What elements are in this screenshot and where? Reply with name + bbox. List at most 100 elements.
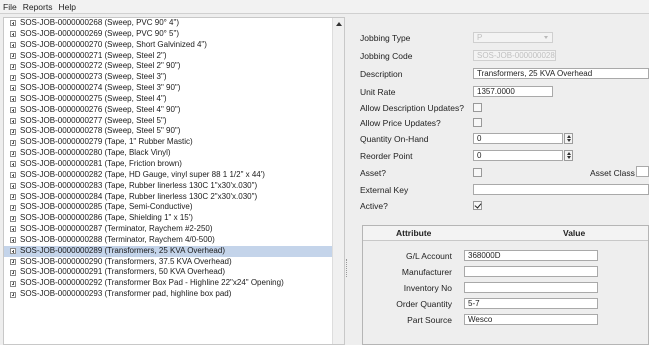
jobbing-type-label: Jobbing Type bbox=[360, 33, 411, 43]
expand-plus-icon[interactable] bbox=[10, 31, 16, 38]
tree-item-label: SOS-JOB-0000000277 (Sweep, Steel 5") bbox=[20, 115, 167, 125]
expand-plus-icon[interactable] bbox=[10, 118, 16, 125]
pane-splitter[interactable] bbox=[346, 259, 349, 277]
attribute-value-field[interactable] bbox=[464, 266, 598, 277]
tree-item[interactable]: SOS-JOB-0000000287 (Terminator, Raychem … bbox=[4, 224, 332, 235]
external-key-label: External Key bbox=[360, 185, 409, 195]
expand-plus-icon[interactable] bbox=[10, 258, 16, 265]
expand-plus-icon[interactable] bbox=[10, 237, 16, 244]
attribute-column-header[interactable]: Attribute bbox=[396, 228, 431, 238]
expand-plus-icon[interactable] bbox=[10, 107, 16, 114]
description-field[interactable]: Transformers, 25 KVA Overhead bbox=[473, 68, 649, 79]
expand-plus-icon[interactable] bbox=[10, 20, 16, 27]
tree-item[interactable]: SOS-JOB-0000000269 (Sweep, PVC 90° 5") bbox=[4, 29, 332, 40]
tree-item[interactable]: SOS-JOB-0000000274 (Sweep, Steel 3" 90") bbox=[4, 83, 332, 94]
tree-item[interactable]: SOS-JOB-0000000280 (Tape, Black Vinyl) bbox=[4, 148, 332, 159]
tree-item[interactable]: SOS-JOB-0000000293 (Transformer pad, hig… bbox=[4, 289, 332, 300]
scroll-up-arrow-icon[interactable] bbox=[334, 19, 343, 28]
expand-plus-icon[interactable] bbox=[10, 63, 16, 70]
expand-plus-icon[interactable] bbox=[10, 42, 16, 49]
allow-description-updates-label: Allow Description Updates? bbox=[360, 103, 464, 113]
expand-plus-icon[interactable] bbox=[10, 52, 16, 59]
tree-item[interactable]: SOS-JOB-0000000290 (Transformers, 37.5 K… bbox=[4, 257, 332, 268]
expand-plus-icon[interactable] bbox=[10, 172, 16, 179]
expand-plus-icon[interactable] bbox=[10, 128, 16, 135]
tree-item-label: SOS-JOB-0000000283 (Tape, Rubber linerle… bbox=[20, 180, 258, 190]
unit-rate-field[interactable]: 1357.0000 bbox=[473, 86, 553, 97]
quantity-on-hand-field[interactable]: 0 bbox=[473, 133, 563, 144]
value-column-header[interactable]: Value bbox=[563, 228, 585, 238]
tree-item[interactable]: SOS-JOB-0000000286 (Tape, Shielding 1" x… bbox=[4, 213, 332, 224]
expand-plus-icon[interactable] bbox=[10, 226, 16, 233]
tree-item[interactable]: SOS-JOB-0000000277 (Sweep, Steel 5") bbox=[4, 116, 332, 127]
attribute-value-field[interactable]: 368000D bbox=[464, 250, 598, 261]
tree-item-label: SOS-JOB-0000000269 (Sweep, PVC 90° 5") bbox=[20, 28, 180, 38]
expand-plus-icon[interactable] bbox=[10, 85, 16, 92]
tree-item[interactable]: SOS-JOB-0000000288 (Terminator, Raychem … bbox=[4, 235, 332, 246]
tree-item[interactable]: SOS-JOB-0000000291 (Transformers, 50 KVA… bbox=[4, 267, 332, 278]
quantity-on-hand-spinner-icon[interactable] bbox=[564, 133, 573, 144]
attribute-label: Manufacturer bbox=[401, 267, 452, 277]
tree-item-label: SOS-JOB-0000000273 (Sweep, Steel 3") bbox=[20, 72, 167, 82]
active-checkbox[interactable] bbox=[473, 201, 482, 210]
menu-help[interactable]: Help bbox=[58, 2, 75, 12]
tree-item[interactable]: SOS-JOB-0000000279 (Tape, 1" Rubber Mast… bbox=[4, 137, 332, 148]
expand-plus-icon[interactable] bbox=[10, 248, 16, 255]
allow-price-updates-checkbox[interactable] bbox=[473, 118, 482, 127]
expand-plus-icon[interactable] bbox=[10, 150, 16, 157]
tree-item[interactable]: SOS-JOB-0000000272 (Sweep, Steel 2" 90") bbox=[4, 61, 332, 72]
expand-plus-icon[interactable] bbox=[10, 161, 16, 168]
attribute-value-field[interactable] bbox=[464, 282, 598, 293]
external-key-field[interactable] bbox=[473, 184, 649, 195]
jobbing-code-label: Jobbing Code bbox=[360, 51, 413, 61]
expand-plus-icon[interactable] bbox=[10, 183, 16, 190]
tree-item[interactable]: SOS-JOB-0000000270 (Sweep, Short Galvini… bbox=[4, 40, 332, 51]
tree-item-label: SOS-JOB-0000000281 (Tape, Friction brown… bbox=[20, 158, 182, 168]
tree-item-label: SOS-JOB-0000000268 (Sweep, PVC 90° 4") bbox=[20, 18, 180, 27]
expand-plus-icon[interactable] bbox=[10, 291, 16, 298]
asset-class-field[interactable] bbox=[636, 166, 649, 177]
tree-item-label: SOS-JOB-0000000274 (Sweep, Steel 3" 90") bbox=[20, 83, 181, 93]
tree-scrollbar[interactable] bbox=[332, 18, 344, 344]
tree-item[interactable]: SOS-JOB-0000000275 (Sweep, Steel 4") bbox=[4, 94, 332, 105]
attribute-row: Manufacturer bbox=[363, 265, 648, 279]
attribute-row: Inventory No bbox=[363, 281, 648, 295]
tree-item[interactable]: SOS-JOB-0000000283 (Tape, Rubber linerle… bbox=[4, 181, 332, 192]
expand-plus-icon[interactable] bbox=[10, 139, 16, 146]
reorder-point-spinner-icon[interactable] bbox=[564, 150, 573, 161]
expand-plus-icon[interactable] bbox=[10, 193, 16, 200]
active-label: Active? bbox=[360, 201, 388, 211]
attribute-value-field[interactable]: 5-7 bbox=[464, 298, 598, 309]
attributes-table-header: Attribute Value bbox=[363, 226, 648, 241]
tree-item-label: SOS-JOB-0000000272 (Sweep, Steel 2" 90") bbox=[20, 61, 181, 71]
menu-file[interactable]: File bbox=[3, 2, 17, 12]
tree-item-label: SOS-JOB-0000000291 (Transformers, 50 KVA… bbox=[20, 267, 225, 277]
expand-plus-icon[interactable] bbox=[10, 280, 16, 287]
expand-plus-icon[interactable] bbox=[10, 204, 16, 211]
tree-item[interactable]: SOS-JOB-0000000273 (Sweep, Steel 3") bbox=[4, 72, 332, 83]
expand-plus-icon[interactable] bbox=[10, 269, 16, 276]
tree-item[interactable]: SOS-JOB-0000000276 (Sweep, Steel 4" 90") bbox=[4, 105, 332, 116]
expand-plus-icon[interactable] bbox=[10, 215, 16, 222]
tree-item[interactable]: SOS-JOB-0000000268 (Sweep, PVC 90° 4") bbox=[4, 18, 332, 29]
asset-class-label: Asset Class bbox=[590, 168, 635, 178]
reorder-point-field[interactable]: 0 bbox=[473, 150, 563, 161]
tree-item[interactable]: SOS-JOB-0000000282 (Tape, HD Gauge, viny… bbox=[4, 170, 332, 181]
expand-plus-icon[interactable] bbox=[10, 96, 16, 103]
menu-reports[interactable]: Reports bbox=[23, 2, 53, 12]
dropdown-arrow-icon bbox=[544, 36, 548, 39]
tree-item[interactable]: SOS-JOB-0000000289 (Transformers, 25 KVA… bbox=[4, 245, 332, 257]
tree-item-label: SOS-JOB-0000000276 (Sweep, Steel 4" 90") bbox=[20, 104, 181, 114]
allow-description-updates-checkbox[interactable] bbox=[473, 103, 482, 112]
expand-plus-icon[interactable] bbox=[10, 74, 16, 81]
allow-price-updates-label: Allow Price Updates? bbox=[360, 118, 441, 128]
tree-item[interactable]: SOS-JOB-0000000271 (Sweep, Steel 2") bbox=[4, 51, 332, 62]
tree-item[interactable]: SOS-JOB-0000000285 (Tape, Semi-Conductiv… bbox=[4, 202, 332, 213]
attribute-label: Part Source bbox=[407, 315, 452, 325]
asset-checkbox[interactable] bbox=[473, 168, 482, 177]
tree-item[interactable]: SOS-JOB-0000000278 (Sweep, Steel 5" 90") bbox=[4, 126, 332, 137]
tree-item[interactable]: SOS-JOB-0000000284 (Tape, Rubber linerle… bbox=[4, 192, 332, 203]
tree-item[interactable]: SOS-JOB-0000000292 (Transformer Box Pad … bbox=[4, 278, 332, 289]
attribute-value-field[interactable]: Wesco bbox=[464, 314, 598, 325]
tree-item[interactable]: SOS-JOB-0000000281 (Tape, Friction brown… bbox=[4, 159, 332, 170]
